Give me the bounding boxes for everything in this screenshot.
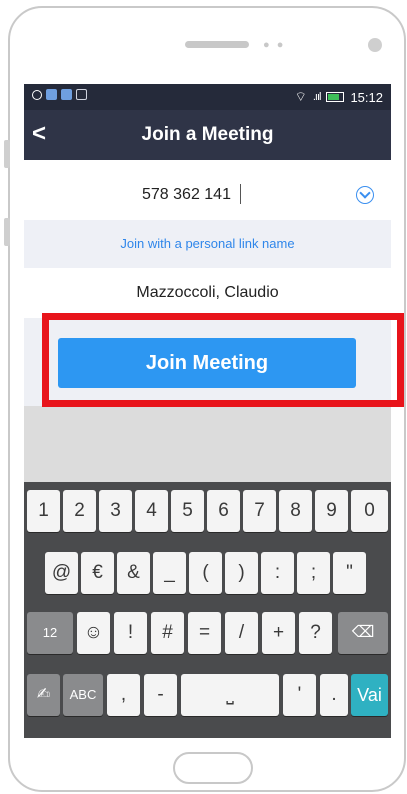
abc-key[interactable]: ABC (63, 674, 103, 716)
clock: 15:12 (350, 89, 383, 105)
key-7[interactable]: 7 (243, 490, 276, 532)
emoji-icon[interactable]: ☺ (77, 612, 110, 654)
backspace-icon[interactable]: ⌫ (338, 612, 388, 654)
meeting-id-value: 578 362 141 (142, 186, 231, 203)
sensor-dots: ● ● (263, 39, 286, 51)
key-ampersand[interactable]: & (117, 552, 150, 594)
key-5[interactable]: 5 (171, 490, 204, 532)
key-3[interactable]: 3 (99, 490, 132, 532)
key-period[interactable]: . (320, 674, 348, 716)
title-bar: < Join a Meeting (24, 110, 391, 160)
key-plus[interactable]: + (262, 612, 295, 654)
key-underscore[interactable]: _ (153, 552, 186, 594)
front-camera (368, 38, 382, 52)
key-exclamation[interactable]: ! (114, 612, 147, 654)
key-euro[interactable]: € (81, 552, 114, 594)
chevron-down-icon[interactable] (356, 186, 374, 204)
text-cursor (240, 184, 241, 204)
key-apostrophe[interactable]: ' (283, 674, 316, 716)
home-button[interactable] (173, 752, 253, 784)
page-title: Join a Meeting (141, 124, 274, 145)
screen: ⌔ .ııl 15:12 < Join a Meeting 578 362 14… (24, 84, 391, 738)
key-2[interactable]: 2 (63, 490, 96, 532)
key-hash[interactable]: # (151, 612, 184, 654)
key-semicolon[interactable]: ; (297, 552, 330, 594)
key-6[interactable]: 6 (207, 490, 240, 532)
key-question[interactable]: ? (299, 612, 332, 654)
app-icon (46, 89, 57, 100)
key-open-paren[interactable]: ( (189, 552, 222, 594)
keyboard-suggestion-strip (24, 406, 391, 482)
status-bar: ⌔ .ııl 15:12 (24, 84, 391, 110)
key-9[interactable]: 9 (315, 490, 348, 532)
wifi-icon: ⌔ (294, 89, 307, 104)
notification-icons (32, 89, 87, 100)
keyboard: 1 2 3 4 5 6 7 8 9 0 @ € & _ ( ) : ; " 12… (24, 482, 391, 738)
space-key[interactable]: ⎵ (181, 674, 279, 716)
handwriting-icon[interactable]: ✍ (27, 674, 60, 716)
signal-icon: .ııl (312, 91, 322, 103)
key-close-paren[interactable]: ) (225, 552, 258, 594)
highlight-annotation (42, 313, 404, 407)
status-right: ⌔ .ııl 15:12 (295, 89, 383, 105)
image-icon (76, 89, 87, 100)
side-button-lower (4, 218, 10, 246)
notification-icon (32, 89, 42, 100)
key-1[interactable]: 1 (27, 490, 60, 532)
meeting-id-field[interactable]: 578 362 141 (24, 160, 391, 218)
key-colon[interactable]: : (261, 552, 294, 594)
go-key[interactable]: Vai (351, 674, 388, 716)
speaker-grille (185, 41, 249, 48)
key-equals[interactable]: = (188, 612, 221, 654)
display-name-field[interactable]: Mazzoccoli, Claudio (24, 270, 391, 316)
battery-icon (326, 92, 345, 102)
symbols-page-key[interactable]: 12 (27, 612, 73, 654)
side-button-upper (4, 140, 10, 168)
key-4[interactable]: 4 (135, 490, 168, 532)
key-comma[interactable]: , (107, 674, 140, 716)
personal-link-button[interactable]: Join with a personal link name (24, 220, 391, 268)
key-8[interactable]: 8 (279, 490, 312, 532)
key-quote[interactable]: " (333, 552, 366, 594)
key-0[interactable]: 0 (351, 490, 388, 532)
app-icon (61, 89, 72, 100)
key-dash[interactable]: - (144, 674, 177, 716)
key-at[interactable]: @ (45, 552, 78, 594)
key-slash[interactable]: / (225, 612, 258, 654)
